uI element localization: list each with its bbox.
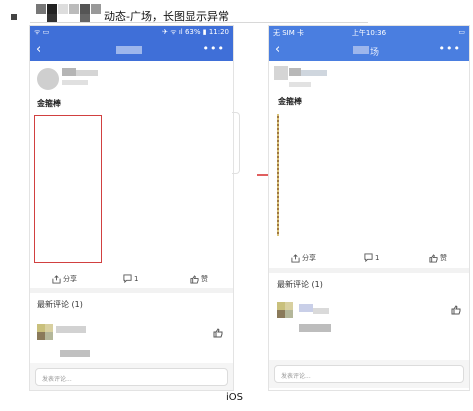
section-separator bbox=[30, 288, 233, 293]
status-bar: 无 SIM 卡 上午10:36 ▭ bbox=[269, 26, 469, 39]
like-action[interactable]: 赞 bbox=[429, 253, 447, 263]
section-separator bbox=[269, 268, 469, 273]
comments-header: 最新评论 (1) bbox=[277, 280, 323, 289]
redacted-mosaic bbox=[58, 4, 68, 14]
back-chevron-icon[interactable]: ‹ bbox=[275, 42, 280, 57]
list-bullet bbox=[11, 14, 17, 20]
share-icon bbox=[291, 253, 300, 263]
battery-level: 63% bbox=[184, 28, 201, 36]
status-time: 上午10:36 bbox=[351, 29, 387, 37]
commenter-avatar-redacted bbox=[285, 310, 293, 318]
comment-icon bbox=[364, 253, 373, 262]
divider bbox=[30, 22, 368, 23]
share-action[interactable]: 分享 bbox=[291, 253, 316, 263]
redacted-mosaic bbox=[47, 4, 57, 14]
share-action[interactable]: 分享 bbox=[52, 274, 77, 284]
peek-edge bbox=[232, 112, 240, 174]
nav-title-redacted bbox=[116, 46, 142, 54]
avatar-redacted bbox=[274, 66, 288, 80]
commenter-avatar-redacted bbox=[285, 302, 293, 310]
comment-text-redacted bbox=[60, 350, 90, 357]
commenter-avatar-redacted bbox=[277, 310, 285, 318]
status-bar: ᯤ ▭ ✈ ᯤ ıl 63% ▮ 11:20 bbox=[30, 26, 233, 39]
comments-header: 最新评论 (1) bbox=[37, 300, 83, 309]
thumb-up-icon bbox=[190, 274, 199, 284]
nav-title-suffix: 场 bbox=[370, 48, 380, 58]
commenter-name-redacted bbox=[56, 326, 86, 333]
redacted-mosaic bbox=[36, 4, 46, 14]
comment-input-bar: 发表评论... bbox=[269, 360, 469, 388]
share-label: 分享 bbox=[302, 254, 316, 262]
status-signal-icons: ✈ ᯤ ıl bbox=[162, 28, 185, 36]
commenter-avatar-redacted bbox=[37, 332, 45, 340]
commenter-avatar-redacted bbox=[45, 324, 53, 332]
nav-title-redacted bbox=[353, 46, 369, 54]
meta-redacted bbox=[289, 82, 311, 87]
more-dots-icon[interactable]: ••• bbox=[439, 42, 461, 55]
status-time: 11:20 bbox=[208, 28, 229, 36]
comment-count: 1 bbox=[375, 253, 380, 262]
nav-bar: ‹ 场 ••• bbox=[269, 39, 469, 61]
comment-icon bbox=[123, 274, 132, 283]
post-title: 金箍棒 bbox=[278, 97, 302, 106]
like-label: 赞 bbox=[201, 275, 208, 283]
post-title: 金箍棒 bbox=[37, 99, 61, 108]
commenter-avatar-redacted bbox=[45, 332, 53, 340]
commenter-name-redacted bbox=[313, 308, 329, 314]
redacted-mosaic bbox=[80, 4, 90, 14]
thumb-up-icon[interactable] bbox=[451, 305, 461, 315]
like-label: 赞 bbox=[440, 254, 447, 262]
commenter-name-redacted bbox=[299, 304, 313, 312]
comment-action[interactable]: 1 bbox=[123, 274, 138, 283]
platform-caption: iOS bbox=[226, 392, 243, 403]
comment-input-bar: 发表评论... bbox=[30, 363, 233, 390]
thumb-up-icon bbox=[429, 253, 438, 263]
status-right: ✈ ᯤ ıl 63% ▮ 11:20 bbox=[162, 28, 229, 37]
comment-text-redacted bbox=[299, 324, 331, 332]
username-redacted bbox=[76, 70, 98, 76]
username-redacted bbox=[62, 68, 76, 76]
commenter-avatar-redacted bbox=[277, 302, 285, 310]
comment-input[interactable]: 发表评论... bbox=[274, 365, 464, 383]
redacted-mosaic bbox=[91, 4, 101, 14]
battery-icon: ▭ bbox=[458, 28, 465, 36]
redacted-mosaic bbox=[80, 14, 90, 22]
username-redacted bbox=[289, 68, 301, 76]
commenter-avatar-redacted bbox=[37, 324, 45, 332]
ios-screenshot: 无 SIM 卡 上午10:36 ▭ ‹ 场 ••• 金箍棒 分享 1 赞 最新评… bbox=[268, 25, 470, 391]
redacted-mosaic bbox=[69, 4, 79, 14]
more-dots-icon[interactable]: ••• bbox=[203, 42, 225, 55]
redacted-mosaic bbox=[47, 14, 57, 22]
long-image-broken[interactable] bbox=[277, 114, 279, 236]
like-action[interactable]: 赞 bbox=[190, 274, 208, 284]
share-icon bbox=[52, 274, 61, 284]
avatar[interactable] bbox=[37, 68, 59, 90]
back-chevron-icon[interactable]: ‹ bbox=[36, 42, 41, 57]
comment-action[interactable]: 1 bbox=[364, 253, 379, 262]
username-redacted bbox=[301, 70, 327, 76]
comment-input[interactable]: 发表评论... bbox=[35, 368, 228, 386]
android-screenshot: ᯤ ▭ ✈ ᯤ ıl 63% ▮ 11:20 ‹ ••• 金箍棒 分享 1 赞 … bbox=[29, 25, 234, 391]
comment-count: 1 bbox=[134, 274, 139, 283]
long-image-broken[interactable] bbox=[34, 115, 102, 263]
share-label: 分享 bbox=[63, 275, 77, 283]
status-icons: ᯤ ▭ bbox=[34, 28, 50, 36]
nav-bar: ‹ ••• bbox=[30, 39, 233, 61]
thumb-up-icon[interactable] bbox=[213, 328, 223, 338]
meta-redacted bbox=[62, 80, 88, 85]
